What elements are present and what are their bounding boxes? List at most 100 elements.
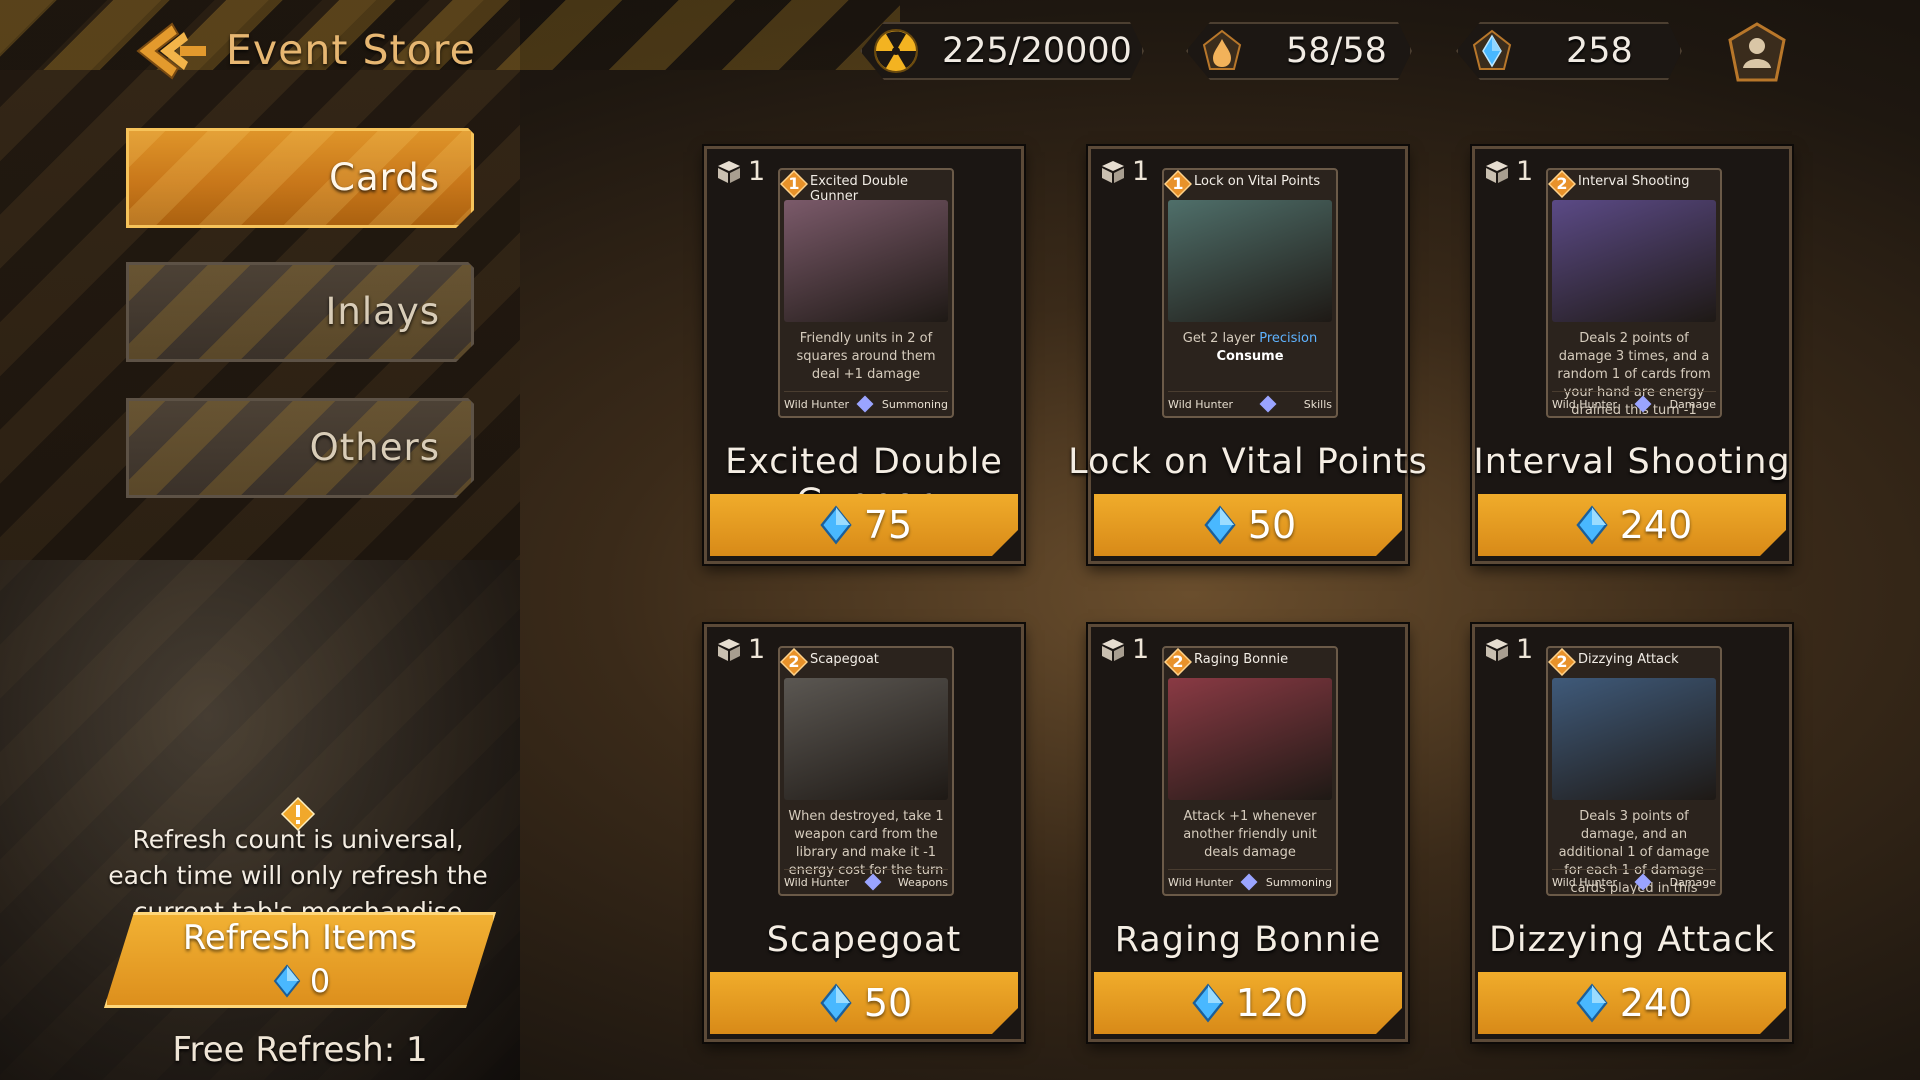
radiation-icon <box>874 29 918 73</box>
card-faction: Wild Hunter <box>784 397 850 411</box>
blue-crystal-icon <box>1576 505 1608 545</box>
profile-button[interactable] <box>1722 20 1792 86</box>
card-stack-icon <box>1486 638 1508 661</box>
card-category: Damage <box>1669 875 1716 889</box>
item-quantity: 1 <box>1100 156 1149 187</box>
buy-button[interactable]: 75 <box>710 494 1018 556</box>
card-artwork <box>784 200 948 322</box>
card-preview: 1 Lock on Vital Points Get 2 layer Precisi… <box>1162 168 1338 418</box>
buy-button[interactable]: 50 <box>710 972 1018 1034</box>
tab-others[interactable]: Others <box>126 398 474 498</box>
card-rarity-icon <box>1240 873 1258 891</box>
store-item[interactable]: 1 2 Dizzying Attack Deals 3 points of damag… <box>1472 624 1792 1042</box>
item-name: Lock on Vital Points <box>1068 442 1428 482</box>
item-quantity-value: 1 <box>748 634 766 665</box>
card-stack-icon <box>718 160 740 183</box>
refresh-items-button[interactable]: Refresh Items 0 <box>104 912 496 1008</box>
card-cost-badge: 2 <box>1548 170 1577 199</box>
blue-crystal-icon <box>1576 983 1608 1023</box>
store-item[interactable]: 1 1 Excited Double Gunner Friendly units in… <box>704 146 1024 564</box>
card-desc: Get 2 layer Precision Consume <box>1182 331 1318 364</box>
store-item[interactable]: 1 2 Scapegoat When destroyed, take 1 weapon… <box>704 624 1024 1042</box>
card-footer: Wild Hunter Summoning <box>784 391 948 414</box>
card-cost-badge: 1 <box>1164 170 1193 199</box>
card-rarity-icon <box>1259 395 1277 413</box>
item-price: 120 <box>1235 981 1309 1025</box>
card-footer: Wild Hunter Summoning <box>1168 869 1332 892</box>
item-price: 75 <box>863 503 913 547</box>
item-quantity-value: 1 <box>1132 156 1150 187</box>
card-desc: Friendly units in 2 of squares around th… <box>796 331 936 382</box>
store-item[interactable]: 1 1 Lock on Vital Points Get 2 layer Precis… <box>1068 146 1427 564</box>
item-quantity: 1 <box>716 156 765 187</box>
card-preview: 2 Raging Bonnie Attack +1 whenever another… <box>1162 646 1338 896</box>
item-price: 50 <box>863 981 913 1025</box>
card-artwork <box>784 678 948 800</box>
back-button[interactable] <box>132 16 212 86</box>
card-cost-value: 2 <box>788 652 800 671</box>
blue-crystal-icon <box>820 983 852 1023</box>
item-name: Interval Shooting <box>1473 442 1791 482</box>
card-rarity-icon <box>1634 395 1652 413</box>
energy-drop-icon <box>1202 29 1242 70</box>
store-item[interactable]: 1 2 Interval Shooting Deals 2 points of dam… <box>1472 146 1792 564</box>
item-name: Scapegoat <box>766 920 962 960</box>
free-refresh-count: Free Refresh: 1 <box>172 1030 428 1070</box>
buy-button[interactable]: 240 <box>1478 972 1786 1034</box>
card-footer: Wild Hunter Skills <box>1168 391 1332 414</box>
page-title: Event Store <box>226 26 476 74</box>
card-cost-badge: 2 <box>1164 648 1193 677</box>
card-category: Summoning <box>881 397 948 411</box>
item-quantity-value: 1 <box>748 156 766 187</box>
item-quantity: 1 <box>1484 156 1533 187</box>
store-item[interactable]: 1 2 Raging Bonnie Attack +1 whenever anothe… <box>1088 624 1408 1042</box>
card-cost-value: 2 <box>1556 174 1568 193</box>
card-artwork <box>1552 200 1716 322</box>
card-faction: Wild Hunter <box>1552 397 1618 411</box>
card-title: Dizzying Attack <box>1578 652 1679 667</box>
buy-button[interactable]: 120 <box>1094 972 1402 1034</box>
tab-inlays[interactable]: Inlays <box>126 262 474 362</box>
blue-crystal-icon <box>1192 983 1224 1023</box>
card-category: Damage <box>1669 397 1716 411</box>
card-footer: Wild Hunter Weapons <box>784 869 948 892</box>
item-price: 50 <box>1247 503 1297 547</box>
card-preview: 2 Interval Shooting Deals 2 points of dama… <box>1546 168 1722 418</box>
back-arrow-icon <box>136 22 206 80</box>
tab-others-label: Others <box>309 426 440 469</box>
item-quantity: 1 <box>1484 634 1533 665</box>
item-price: 240 <box>1619 503 1693 547</box>
card-category: Skills <box>1303 397 1332 411</box>
buy-button[interactable]: 50 <box>1094 494 1402 556</box>
card-cost-value: 2 <box>1172 652 1184 671</box>
card-cost-value: 1 <box>788 174 800 193</box>
resource-crystal: 258 <box>1456 22 1682 80</box>
card-category: Summoning <box>1265 875 1332 889</box>
card-faction: Wild Hunter <box>1168 875 1234 889</box>
card-preview: 2 Dizzying Attack Deals 3 points of damage… <box>1546 646 1722 896</box>
card-faction: Wild Hunter <box>1168 397 1234 411</box>
card-stack-icon <box>1486 160 1508 183</box>
tab-inlays-label: Inlays <box>325 290 440 333</box>
item-name: Dizzying Attack <box>1488 920 1776 960</box>
card-artwork <box>1552 678 1716 800</box>
card-footer: Wild Hunter Damage <box>1552 391 1716 414</box>
tab-cards[interactable]: Cards <box>126 128 474 228</box>
blue-crystal-icon <box>1472 29 1512 70</box>
resource-energy: 58/58 <box>1186 22 1412 80</box>
radiation-value: 225/20000 <box>942 31 1132 71</box>
refresh-cost-value: 0 <box>309 962 331 1000</box>
buy-button[interactable]: 240 <box>1478 494 1786 556</box>
tab-cards-label: Cards <box>329 156 440 199</box>
keyword-precision: Precision <box>1259 331 1318 346</box>
item-price: 240 <box>1619 981 1693 1025</box>
card-rarity-icon <box>864 873 882 891</box>
card-rarity-icon <box>1634 873 1652 891</box>
item-name: Raging Bonnie <box>1114 920 1382 960</box>
card-desc: When destroyed, take 1 weapon card from … <box>788 809 944 878</box>
card-preview: 2 Scapegoat When destroyed, take 1 weapon … <box>778 646 954 896</box>
keyword-consume: Consume <box>1216 349 1284 364</box>
refresh-items-label: Refresh Items <box>182 918 418 958</box>
card-desc: Attack +1 whenever another friendly unit… <box>1183 809 1317 860</box>
crystal-value: 258 <box>1566 31 1633 71</box>
